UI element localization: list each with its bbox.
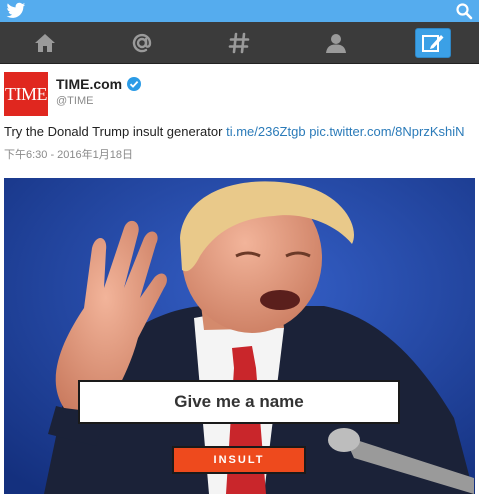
- tweet-text: Try the Donald Trump insult generator ti…: [4, 124, 465, 139]
- name-input-placeholder: Give me a name: [174, 392, 304, 411]
- main-nav: [0, 22, 479, 64]
- timestamp[interactable]: 下午6:30 - 2016年1月18日: [4, 146, 133, 162]
- nav-me-button[interactable]: [318, 28, 354, 58]
- top-bar: [0, 0, 479, 22]
- verified-badge-icon: [127, 77, 142, 91]
- at-sign-icon: [132, 33, 152, 53]
- tweet: TIME TIME.com @TIME Try the Donald Trump…: [0, 64, 479, 500]
- author-row: TIME.com: [56, 76, 142, 92]
- display-name[interactable]: TIME.com: [56, 76, 122, 92]
- handle[interactable]: @TIME: [56, 95, 93, 107]
- tweet-body: Try the Donald Trump insult generator: [4, 124, 227, 139]
- tweet-media-image[interactable]: Give me a name INSULT: [4, 178, 475, 494]
- insult-button[interactable]: INSULT: [172, 446, 306, 474]
- avatar[interactable]: TIME: [4, 72, 48, 116]
- twitter-bird-icon[interactable]: [6, 2, 26, 20]
- insult-button-label: INSULT: [213, 454, 265, 466]
- time-logo-text: TIME: [5, 83, 48, 104]
- nav-connect-button[interactable]: [124, 28, 160, 58]
- hashtag-icon: [228, 32, 250, 54]
- compose-tweet-button[interactable]: [415, 28, 451, 58]
- home-icon: [35, 34, 55, 52]
- nav-discover-button[interactable]: [221, 28, 257, 58]
- tweet-media-link[interactable]: pic.twitter.com/8NprzKshiN: [309, 124, 464, 139]
- tweet-link[interactable]: ti.me/236Ztgb: [226, 124, 306, 139]
- profile-icon: [326, 34, 346, 53]
- name-input-box[interactable]: Give me a name: [78, 380, 400, 424]
- search-icon[interactable]: [455, 2, 473, 20]
- compose-icon: [422, 35, 444, 52]
- nav-home-button[interactable]: [27, 28, 63, 58]
